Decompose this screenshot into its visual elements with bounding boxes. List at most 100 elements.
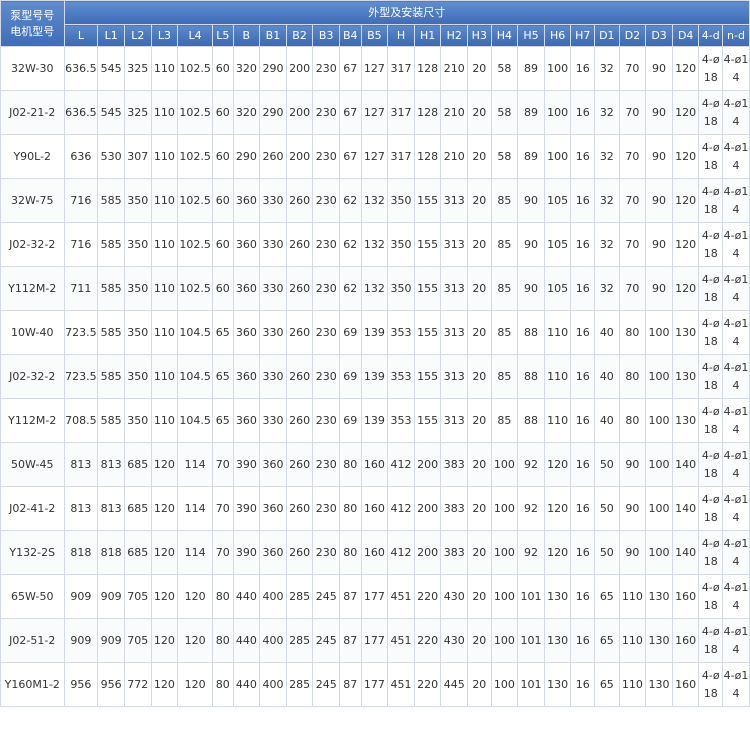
model-cell: 10W-40 <box>0 310 65 355</box>
dimension-cell: 132 <box>360 178 389 223</box>
dimension-cell: 127 <box>360 46 389 91</box>
dimension-cell: 260 <box>259 134 287 179</box>
table-body: 32W-30 636.5 545 325 110 102.5 60 320 290 200 230 6… <box>0 46 750 707</box>
column-header: D4 <box>671 24 700 47</box>
dimension-cell: 325 <box>123 90 152 135</box>
dimension-cell: 390 <box>232 530 261 575</box>
dimension-cell: 127 <box>360 90 389 135</box>
model-cell: 65W-50 <box>0 574 65 619</box>
model-cell: Y132-2S <box>0 530 65 575</box>
dimension-cell: 100 <box>645 442 673 487</box>
dimension-cell: 58 <box>490 46 519 91</box>
dimension-cell: 16 <box>570 90 596 135</box>
dimension-cell: 58 <box>490 90 519 135</box>
table-row: 32W-75 716 585 350 110 102.5 60 360 330 260 230 62 1… <box>0 178 750 223</box>
dimension-cell: 160 <box>671 662 700 707</box>
dimension-cell: 90 <box>645 266 673 311</box>
dimension-cell: 104.5 <box>177 310 214 355</box>
dimension-cell: 70 <box>212 486 234 531</box>
dimension-cell: 40 <box>594 398 620 443</box>
dimension-cell: 90 <box>645 222 673 267</box>
dimension-cell: 120 <box>150 530 179 575</box>
dimension-cell: 16 <box>570 354 596 399</box>
dimension-cell: 80 <box>618 310 647 355</box>
dimension-cell: 220 <box>413 574 442 619</box>
dimension-cell: 440 <box>232 662 261 707</box>
dimension-cell: 139 <box>360 310 389 355</box>
spec-table-container: 泵型号号 电机型号 外型及安装尺寸 L L1 L2 L3 L4 L5 B B1 B2 B3 B4 B5… <box>0 0 750 730</box>
dimension-cell: 20 <box>467 618 492 663</box>
dimension-cell: 67 <box>339 46 362 91</box>
dimension-cell: 60 <box>212 222 234 267</box>
dimension-cell: 585 <box>97 178 125 223</box>
dimension-cell: 383 <box>440 486 469 531</box>
dimension-cell: 445 <box>440 662 469 707</box>
dimension-cell: 114 <box>177 486 214 531</box>
dimension-cell: 20 <box>467 90 492 135</box>
dimension-cell: 4-ø18 <box>698 442 724 487</box>
dimension-cell: 350 <box>123 354 152 399</box>
dimension-cell: 230 <box>312 486 341 531</box>
dimension-cell: 85 <box>490 354 519 399</box>
column-header: B5 <box>360 24 389 47</box>
dimension-cell: 120 <box>150 662 179 707</box>
dimension-cell: 105 <box>543 266 572 311</box>
dimension-cell: 110 <box>150 90 179 135</box>
dimension-cell: 65 <box>212 398 234 443</box>
dimension-cell: 4-ø14 <box>722 266 750 311</box>
dimension-cell: 16 <box>570 486 596 531</box>
dimension-cell: 360 <box>259 442 287 487</box>
dimension-cell: 4-ø18 <box>698 266 724 311</box>
dimension-cell: 100 <box>645 354 673 399</box>
dimension-cell: 313 <box>440 222 469 267</box>
dimension-cell: 818 <box>97 530 125 575</box>
dimension-cell: 155 <box>413 354 442 399</box>
dimension-cell: 20 <box>467 442 492 487</box>
dimension-cell: 285 <box>285 662 314 707</box>
dimension-cell: 260 <box>285 398 314 443</box>
dimension-cell: 160 <box>360 442 389 487</box>
dimension-cell: 155 <box>413 398 442 443</box>
dimension-cell: 317 <box>387 90 415 135</box>
dimension-cell: 818 <box>63 530 99 575</box>
dimension-cell: 110 <box>618 662 647 707</box>
dimension-cell: 530 <box>97 134 125 179</box>
dimension-cell: 4-ø18 <box>698 618 724 663</box>
dimension-cell: 20 <box>467 574 492 619</box>
dimension-cell: 685 <box>123 530 152 575</box>
dimension-cell: 90 <box>618 530 647 575</box>
column-header: H2 <box>440 24 469 47</box>
dimension-cell: 85 <box>490 178 519 223</box>
dimension-cell: 350 <box>123 266 152 311</box>
dimension-cell: 128 <box>413 90 442 135</box>
dimension-cell: 430 <box>440 574 469 619</box>
dimension-cell: 909 <box>63 574 99 619</box>
dimension-cell: 230 <box>312 310 341 355</box>
dimension-cell: 4-ø14 <box>722 486 750 531</box>
dimension-cell: 4-ø18 <box>698 662 724 707</box>
table-row: 10W-40 723.5 585 350 110 104.5 65 360 330 260 230 6… <box>0 310 750 355</box>
dimension-cell: 88 <box>517 398 545 443</box>
dimension-cell: 245 <box>312 574 341 619</box>
dimension-cell: 127 <box>360 134 389 179</box>
dimension-cell: 160 <box>671 574 700 619</box>
dimension-cell: 100 <box>490 442 519 487</box>
dimension-cell: 90 <box>645 178 673 223</box>
dimension-cell: 16 <box>570 662 596 707</box>
dimension-cell: 60 <box>212 178 234 223</box>
column-header: L2 <box>123 24 152 47</box>
dimension-cell: 87 <box>339 618 362 663</box>
model-cell: 32W-75 <box>0 178 65 223</box>
dimension-cell: 80 <box>339 442 362 487</box>
dimension-cell: 909 <box>63 618 99 663</box>
dimension-cell: 285 <box>285 618 314 663</box>
dimension-cell: 100 <box>543 134 572 179</box>
dimension-cell: 80 <box>212 662 234 707</box>
table-row: 32W-30 636.5 545 325 110 102.5 60 320 290 200 230 6… <box>0 46 750 91</box>
dimension-cell: 4-ø14 <box>722 134 750 179</box>
dimension-cell: 65 <box>212 310 234 355</box>
dimension-cell: 139 <box>360 354 389 399</box>
dimension-cell: 200 <box>285 90 314 135</box>
dimension-cell: 230 <box>312 354 341 399</box>
dimension-cell: 4-ø18 <box>698 222 724 267</box>
